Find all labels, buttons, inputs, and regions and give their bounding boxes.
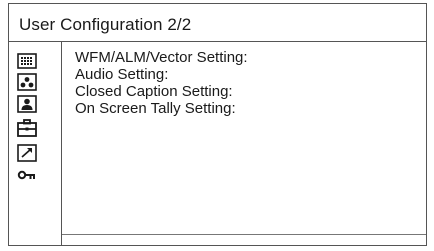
arrow-icon[interactable] (17, 144, 37, 162)
key-icon[interactable] (17, 166, 37, 184)
menu-item-audio-setting[interactable]: Audio Setting: (75, 67, 168, 83)
menu-list: WFM/ALM/Vector Setting: Audio Setting: C… (62, 42, 426, 245)
sidebar (9, 42, 61, 245)
toolbox-icon[interactable] (17, 118, 37, 137)
user-icon[interactable] (17, 95, 37, 113)
footer-divider (62, 234, 426, 235)
menu-item-on-screen-tally-setting[interactable]: On Screen Tally Setting: (75, 101, 236, 117)
keyboard-icon[interactable] (17, 52, 37, 70)
menu-item-wfm-alm-vector-setting[interactable]: WFM/ALM/Vector Setting: (75, 50, 248, 66)
page-title: User Configuration 2/2 (19, 15, 192, 34)
audio-channels-icon[interactable] (17, 73, 37, 91)
menu-item-closed-caption-setting[interactable]: Closed Caption Setting: (75, 84, 233, 100)
user-configuration-panel: User Configuration 2/2 WFM/ALM/Vector Se… (8, 3, 427, 246)
